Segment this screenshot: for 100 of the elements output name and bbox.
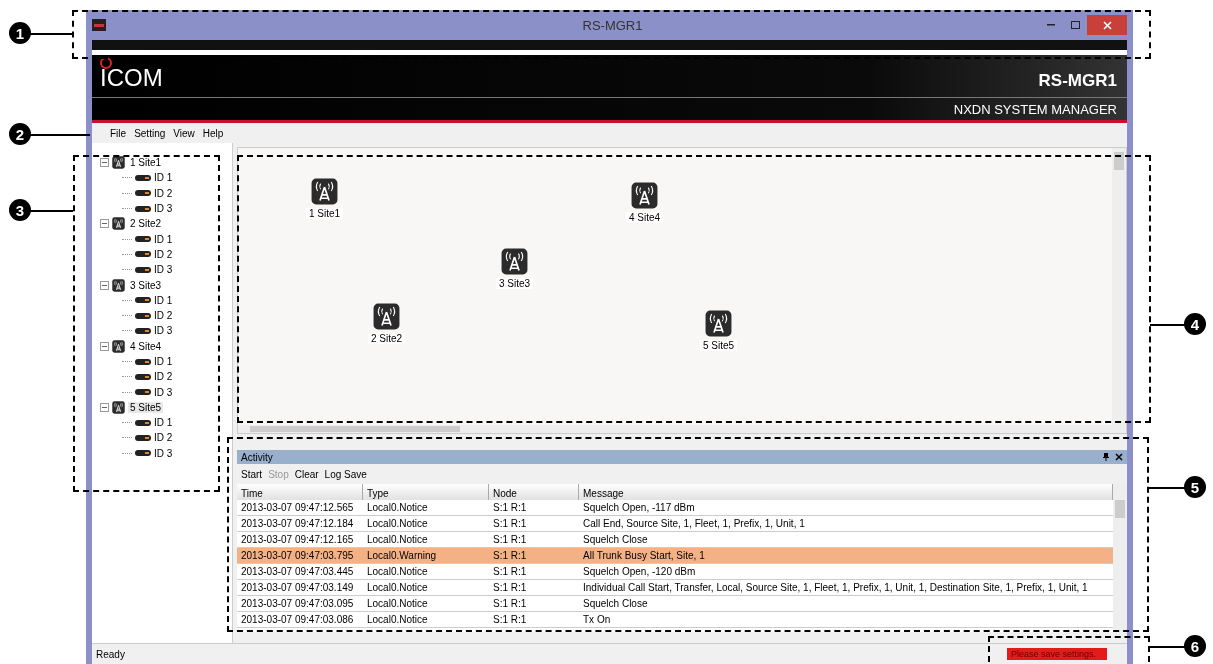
minimize-icon <box>1047 24 1055 26</box>
tree-item[interactable]: ID 3 <box>154 447 173 459</box>
radio-device-icon <box>135 312 151 319</box>
table-cell: Squelch Close <box>579 532 1113 548</box>
table-cell: Call End, Source Site, 1, Fleet, 1, Prefix, 1, Unit, 1 <box>579 516 1113 532</box>
radio-device-icon <box>135 205 151 212</box>
radio-device-icon <box>135 174 151 181</box>
table-cell: 2013-03-07 09:47:12.565 <box>237 500 363 516</box>
pin-icon[interactable] <box>1103 453 1109 461</box>
menu-item[interactable]: File <box>106 127 131 139</box>
tower-icon <box>112 156 125 170</box>
vertical-scrollbar[interactable] <box>1112 148 1126 425</box>
close-button[interactable] <box>1087 15 1127 35</box>
tower-icon <box>112 278 125 292</box>
tower-icon <box>112 400 125 414</box>
table-cell: S:1 R:1 <box>489 516 579 532</box>
table-cell: Local0.Notice <box>363 516 489 532</box>
table-cell: Local0.Notice <box>363 596 489 612</box>
tree-item[interactable]: 5 Site5 <box>128 401 164 413</box>
radio-device-icon <box>135 435 151 441</box>
table-cell: All Trunk Busy Start, Site, 1 <box>579 548 1113 564</box>
collapse-icon[interactable] <box>100 341 109 351</box>
table-cell: S:1 R:1 <box>489 580 579 596</box>
menu-item[interactable]: View <box>169 127 199 139</box>
close-icon[interactable] <box>1115 453 1123 461</box>
radio-device-icon <box>135 358 151 365</box>
site-label[interactable]: 4 Site4 <box>626 212 664 223</box>
table-cell: Squelch Close <box>579 596 1113 612</box>
collapse-icon[interactable] <box>100 219 109 229</box>
collapse-icon[interactable] <box>100 280 109 290</box>
radio-device-icon <box>135 389 151 396</box>
tree-item[interactable]: ID 1 <box>154 172 173 184</box>
product-name: RS-MGR1 <box>1038 71 1117 91</box>
panel-title: Activity <box>241 451 273 463</box>
tree-item[interactable]: 2 Site2 <box>128 218 164 230</box>
callout-number: 6 <box>1184 635 1206 657</box>
table-cell: 2013-03-07 09:47:03.086 <box>237 612 363 628</box>
tree-item[interactable]: ID 1 <box>154 233 173 245</box>
app-icon <box>92 19 106 31</box>
site-label[interactable]: 2 Site2 <box>368 333 406 344</box>
tree-item[interactable]: 1 Site1 <box>128 157 164 169</box>
tower-icon <box>705 310 733 337</box>
tree-item[interactable]: ID 2 <box>154 432 173 444</box>
radio-device-icon <box>135 251 151 258</box>
callout-number: 1 <box>9 22 31 44</box>
radio-device-icon <box>135 419 151 426</box>
table-cell: S:1 R:1 <box>489 612 579 628</box>
table-cell: Tx On <box>579 612 1113 628</box>
leader-line <box>1150 646 1185 648</box>
tower-icon <box>501 248 529 275</box>
table-cell: 2013-03-07 09:47:12.184 <box>237 516 363 532</box>
site-label[interactable]: 3 Site3 <box>496 278 534 289</box>
table-cell: 2013-03-07 09:47:03.445 <box>237 564 363 580</box>
leader-line <box>30 33 72 35</box>
tree-item[interactable]: 3 Site3 <box>128 279 164 291</box>
tower-icon <box>373 303 401 330</box>
tree-item[interactable]: ID 2 <box>154 187 173 199</box>
tower-icon <box>631 182 659 209</box>
tree-item[interactable]: ID 2 <box>154 248 173 260</box>
menu-item[interactable]: Setting <box>130 127 170 139</box>
horizontal-scrollbar[interactable] <box>238 425 1126 433</box>
window-title: RS-MGR1 <box>581 17 644 33</box>
tree-item[interactable]: ID 3 <box>154 386 173 398</box>
tree-item[interactable]: ID 2 <box>154 310 173 322</box>
leader-line <box>30 134 90 136</box>
callout-number: 2 <box>9 123 31 145</box>
tree-item[interactable]: ID 3 <box>154 203 173 215</box>
table-cell: Local0.Warning <box>363 548 489 564</box>
toolbar-button[interactable]: Clear <box>294 468 319 480</box>
maximize-icon <box>1070 21 1080 29</box>
tree-item[interactable]: ID 3 <box>154 325 173 337</box>
table-cell: S:1 R:1 <box>489 532 579 548</box>
menu-item[interactable]: Help <box>198 127 228 139</box>
tower-icon <box>112 339 125 353</box>
radio-device-icon <box>135 297 151 304</box>
table-cell: S:1 R:1 <box>489 548 579 564</box>
close-icon <box>1102 20 1112 30</box>
tree-item[interactable]: ID 2 <box>154 371 173 383</box>
callout-number: 4 <box>1184 313 1206 335</box>
product-subtitle: NXDN SYSTEM MANAGER <box>953 101 1117 117</box>
toolbar-button[interactable]: Start <box>241 468 263 480</box>
site-label[interactable]: 5 Site5 <box>700 340 738 351</box>
brand-logo: ICOM <box>100 57 163 91</box>
radio-device-icon <box>135 266 151 273</box>
toolbar-button[interactable]: Log Save <box>324 468 367 480</box>
table-cell: 2013-03-07 09:47:03.795 <box>237 548 363 564</box>
status-text: Ready <box>96 648 125 660</box>
leader-line <box>1148 487 1185 489</box>
tree-item[interactable]: ID 3 <box>154 264 173 276</box>
tree-item[interactable]: 4 Site4 <box>128 340 164 352</box>
leader-line <box>30 210 73 212</box>
tower-icon <box>311 178 339 205</box>
collapse-icon[interactable] <box>100 158 109 168</box>
site-label[interactable]: 1 Site1 <box>306 208 344 219</box>
table-cell: Squelch Open, -117 dBm <box>579 500 1113 516</box>
tree-item[interactable]: ID 1 <box>154 417 173 429</box>
radio-device-icon <box>135 450 151 457</box>
collapse-icon[interactable] <box>100 402 109 412</box>
tree-item[interactable]: ID 1 <box>154 294 173 306</box>
tree-item[interactable]: ID 1 <box>154 356 173 367</box>
